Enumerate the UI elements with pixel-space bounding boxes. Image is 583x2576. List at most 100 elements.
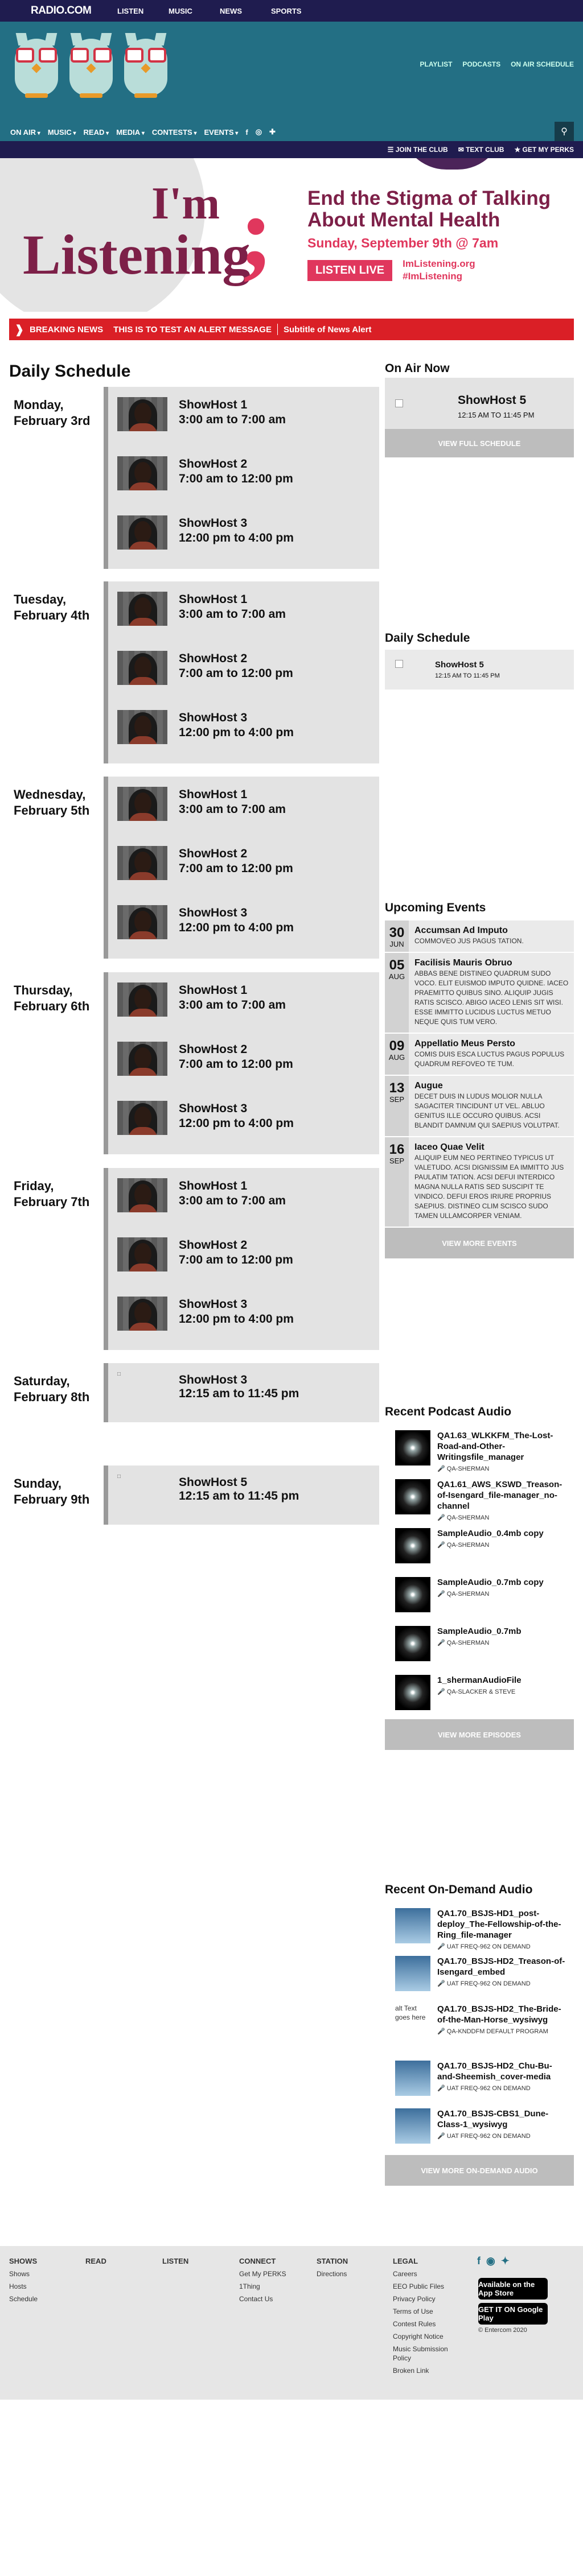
schedule-slot[interactable]: ShowHost 2 7:00 am to 12:00 pm (108, 1227, 379, 1286)
app-store-badge[interactable]: Available on the App Store (478, 2278, 548, 2300)
event-title[interactable]: Augue (414, 1080, 569, 1092)
on-air-schedule-link[interactable]: ON AIR SCHEDULE (511, 60, 574, 68)
host-name[interactable]: ShowHost 3 (179, 1102, 247, 1116)
nav-on-air[interactable]: ON AIR (10, 128, 40, 137)
schedule-slot[interactable]: □ ShowHost 3 12:15 am to 11:45 pm (108, 1363, 379, 1422)
view-full-schedule-button[interactable]: VIEW FULL SCHEDULE (385, 429, 574, 457)
on-demand-title[interactable]: QA1.70_BSJS-HD2_Chu-Bu-and-Sheemish_cove… (437, 2061, 566, 2082)
schedule-slot[interactable]: ShowHost 1 3:00 am to 7:00 am (108, 1168, 379, 1227)
footer-link[interactable]: Contact Us (239, 2293, 286, 2305)
footer-link[interactable]: Privacy Policy (393, 2293, 467, 2305)
host-name[interactable]: ShowHost 2 (179, 1239, 247, 1252)
view-more-events-button[interactable]: VIEW MORE EVENTS (385, 1228, 574, 1258)
schedule-slot[interactable]: ShowHost 2 7:00 am to 12:00 pm (108, 641, 379, 700)
host-name[interactable]: ShowHost 3 (179, 517, 247, 530)
schedule-slot[interactable]: ShowHost 3 12:00 pm to 4:00 pm (108, 700, 379, 759)
event-title[interactable]: Facilisis Mauris Obruo (414, 957, 569, 969)
nav-media[interactable]: MEDIA (116, 128, 145, 137)
host-name[interactable]: ShowHost 5 (179, 1476, 247, 1489)
host-name[interactable]: ShowHost 1 (179, 1179, 247, 1193)
podcast-item[interactable]: SampleAudio_0.7mb 🎤 QA-SHERMAN (385, 1621, 574, 1670)
top-nav-listen[interactable]: LISTEN (117, 7, 169, 15)
host-name[interactable]: ShowHost 3 (179, 1373, 247, 1387)
podcast-title[interactable]: 1_shermanAudioFile (437, 1675, 566, 1686)
on-demand-title[interactable]: QA1.70_BSJS-HD1_post-deploy_The-Fellowsh… (437, 1908, 566, 1941)
event-item[interactable]: 09 AUG Appellatio Meus Persto COMIS DUIS… (385, 1034, 574, 1076)
banner-site-link[interactable]: ImListening.org (403, 258, 475, 270)
schedule-slot[interactable]: ShowHost 3 12:00 pm to 4:00 pm (108, 895, 379, 954)
listen-live-button[interactable]: LISTEN LIVE (307, 259, 393, 281)
host-name[interactable]: ShowHost 1 (179, 788, 247, 802)
on-demand-title[interactable]: QA1.70_BSJS-CBS1_Dune-Class-1_wysiwyg (437, 2108, 566, 2130)
schedule-slot[interactable]: □ ShowHost 5 12:15 am to 11:45 pm (108, 1465, 379, 1525)
search-icon[interactable]: ⚲ (555, 122, 574, 141)
playlist-link[interactable]: PLAYLIST (420, 60, 453, 68)
host-name[interactable]: ShowHost 3 (179, 1298, 247, 1311)
nav-contests[interactable]: CONTESTS (152, 128, 197, 137)
event-item[interactable]: 16 SEP Iaceo Quae Velit ALIQUIP EUM NEO … (385, 1137, 574, 1228)
podcast-item[interactable]: SampleAudio_0.7mb copy 🎤 QA-SHERMAN (385, 1572, 574, 1621)
podcast-title[interactable]: SampleAudio_0.7mb copy (437, 1577, 566, 1588)
podcast-title[interactable]: SampleAudio_0.4mb copy (437, 1528, 566, 1539)
host-name[interactable]: ShowHost 1 (179, 984, 247, 997)
facebook-icon[interactable]: f (245, 128, 248, 137)
text-club-link[interactable]: ✉ TEXT CLUB (458, 146, 504, 154)
schedule-slot[interactable]: ShowHost 3 12:00 pm to 4:00 pm (108, 505, 379, 564)
station-logo[interactable] (11, 28, 171, 98)
event-item[interactable]: 30 JUN Accumsan Ad Imputo COMMOVEO JUS P… (385, 920, 574, 953)
footer-link[interactable]: Terms of Use (393, 2305, 467, 2318)
host-name[interactable]: ShowHost 3 (179, 711, 247, 725)
event-title[interactable]: Appellatio Meus Persto (414, 1038, 569, 1050)
host-name[interactable]: ShowHost 1 (179, 398, 247, 412)
podcast-item[interactable]: SampleAudio_0.4mb copy 🎤 QA-SHERMAN (385, 1524, 574, 1572)
schedule-slot[interactable]: ShowHost 1 3:00 am to 7:00 am (108, 581, 379, 641)
event-title[interactable]: Accumsan Ad Imputo (414, 925, 524, 936)
on-demand-title[interactable]: QA1.70_BSJS-HD2_The-Bride-of-the-Man-Hor… (437, 2004, 566, 2025)
event-item[interactable]: 05 AUG Facilisis Mauris Obruo ABBAS BENE… (385, 953, 574, 1034)
host-name[interactable]: ShowHost 2 (179, 457, 247, 471)
podcast-title[interactable]: QA1.61_AWS_KSWD_Treason-of-Isengard_file… (437, 1479, 566, 1512)
podcasts-link[interactable]: PODCASTS (462, 60, 500, 68)
schedule-slot[interactable]: ShowHost 1 3:00 am to 7:00 am (108, 387, 379, 446)
schedule-slot[interactable]: ShowHost 2 7:00 am to 12:00 pm (108, 446, 379, 505)
instagram-icon[interactable]: ◎ (256, 127, 262, 137)
nav-music[interactable]: MUSIC (48, 128, 76, 137)
on-demand-item[interactable]: QA1.70_BSJS-CBS1_Dune-Class-1_wysiwyg 🎤 … (385, 2104, 574, 2152)
on-air-host[interactable]: ShowHost 5 (458, 394, 526, 407)
google-play-badge[interactable]: GET IT ON Google Play (478, 2303, 548, 2325)
schedule-slot[interactable]: ShowHost 1 3:00 am to 7:00 am (108, 972, 379, 1031)
footer-link[interactable]: Get My PERKS (239, 2268, 286, 2280)
schedule-slot[interactable]: ShowHost 3 12:00 pm to 4:00 pm (108, 1091, 379, 1150)
footer-link[interactable]: Schedule (9, 2293, 38, 2305)
plus-icon[interactable]: ✚ (269, 127, 276, 137)
podcast-item[interactable]: QA1.63_WLKKFM_The-Lost-Road-and-Other-Wr… (385, 1426, 574, 1475)
footer-link[interactable]: Copyright Notice (393, 2330, 467, 2343)
podcast-item[interactable]: QA1.61_AWS_KSWD_Treason-of-Isengard_file… (385, 1475, 574, 1524)
footer-link[interactable]: EEO Public Files (393, 2280, 467, 2293)
on-demand-item[interactable]: alt Text goes here QA1.70_BSJS-HD2_The-B… (385, 1999, 574, 2056)
footer-link[interactable]: Music Submission Policy (393, 2343, 467, 2364)
footer-link[interactable]: Broken Link (393, 2364, 467, 2377)
host-name[interactable]: ShowHost 3 (179, 906, 247, 920)
host-name[interactable]: ShowHost 2 (179, 1043, 247, 1056)
instagram-icon[interactable]: ◉ (486, 2255, 495, 2267)
event-item[interactable]: 13 SEP Augue DECET DUIS IN LUDUS MOLIOR … (385, 1076, 574, 1137)
host-name[interactable]: ShowHost 1 (179, 593, 247, 606)
join-the-club-link[interactable]: ☰ JOIN THE CLUB (388, 146, 448, 154)
twitter-icon[interactable]: ✦ (501, 2255, 510, 2267)
top-nav-news[interactable]: NEWS (220, 7, 271, 15)
promo-banner[interactable]: I'm Listening ; End the Stigma of Talkin… (0, 158, 583, 312)
get-my-perks-link[interactable]: ★ GET MY PERKS (514, 146, 574, 154)
nav-read[interactable]: READ (84, 128, 109, 137)
schedule-slot[interactable]: ShowHost 3 12:00 pm to 4:00 pm (108, 1286, 379, 1345)
footer-link[interactable]: Contest Rules (393, 2318, 467, 2330)
nav-events[interactable]: EVENTS (204, 128, 239, 137)
on-demand-item[interactable]: QA1.70_BSJS-HD1_post-deploy_The-Fellowsh… (385, 1904, 574, 1951)
schedule-slot[interactable]: ShowHost 2 7:00 am to 12:00 pm (108, 1031, 379, 1091)
on-demand-item[interactable]: QA1.70_BSJS-HD2_Chu-Bu-and-Sheemish_cove… (385, 2056, 574, 2104)
event-title[interactable]: Iaceo Quae Velit (414, 1142, 569, 1153)
breaking-news-alert[interactable]: ❱ BREAKING NEWS THIS IS TO TEST AN ALERT… (9, 319, 574, 340)
schedule-slot[interactable]: ShowHost 2 7:00 am to 12:00 pm (108, 836, 379, 895)
podcast-title[interactable]: SampleAudio_0.7mb (437, 1626, 566, 1637)
top-nav-music[interactable]: MUSIC (169, 7, 220, 15)
